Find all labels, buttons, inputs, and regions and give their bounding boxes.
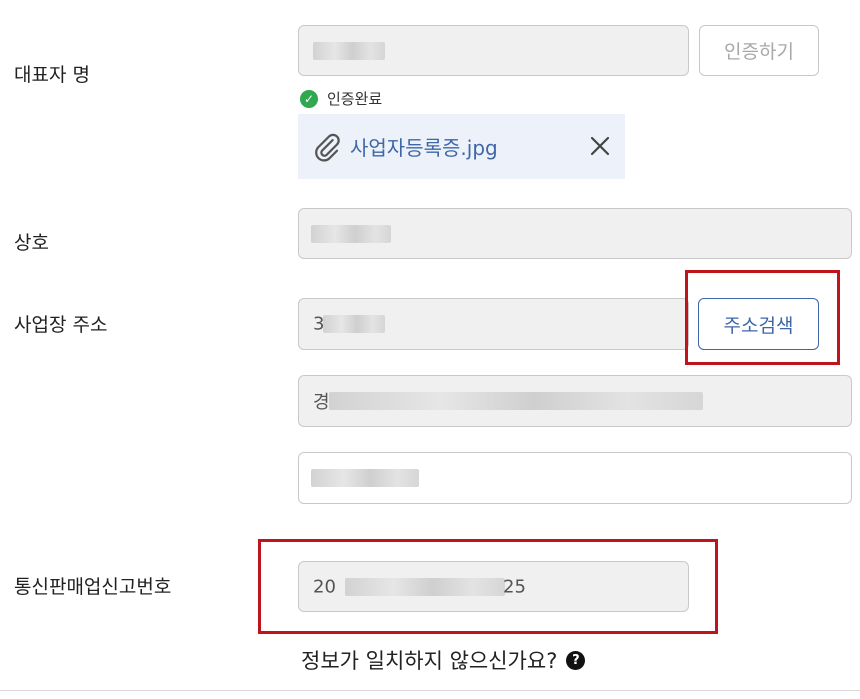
info-mismatch-link[interactable]: 정보가 일치하지 않으신가요? ? <box>301 645 586 675</box>
verify-button[interactable]: 인증하기 <box>699 25 819 76</box>
highlight-box-address-search <box>685 270 840 365</box>
company-name-field[interactable] <box>298 208 852 259</box>
redacted-mask <box>311 469 419 487</box>
label-representative-name: 대표자 명 <box>14 64 90 86</box>
label-company-name: 상호 <box>14 232 49 254</box>
divider <box>0 690 860 691</box>
label-telecom-sales-number: 통신판매업신고번호 <box>14 576 172 598</box>
question-circle-icon[interactable]: ? <box>566 650 586 670</box>
verification-status: ✓ 인증완료 <box>300 88 382 109</box>
close-icon[interactable] <box>588 134 612 158</box>
redacted-mask <box>323 315 385 333</box>
address-line2-value: 경 <box>313 392 330 413</box>
attached-file-name[interactable]: 사업자등록증.jpg <box>350 132 498 161</box>
representative-name-field[interactable] <box>298 25 689 76</box>
address-line2-field[interactable]: 경 <box>298 375 852 427</box>
highlight-box-telecom-number <box>258 539 718 634</box>
verified-text: 인증완료 <box>327 90 383 108</box>
paperclip-icon <box>315 133 340 162</box>
address-line1-field[interactable]: 3 <box>298 298 689 350</box>
address-detail-field[interactable]: 1층 402호 <box>298 452 852 504</box>
redacted-mask <box>311 224 391 243</box>
redacted-mask <box>329 392 703 410</box>
label-business-address: 사업장 주소 <box>14 314 108 336</box>
redacted-mask <box>313 41 385 60</box>
attached-file-chip: 사업자등록증.jpg <box>298 114 625 179</box>
mismatch-text: 정보가 일치하지 않으신가요? <box>301 649 558 673</box>
check-circle-icon: ✓ <box>300 89 318 108</box>
